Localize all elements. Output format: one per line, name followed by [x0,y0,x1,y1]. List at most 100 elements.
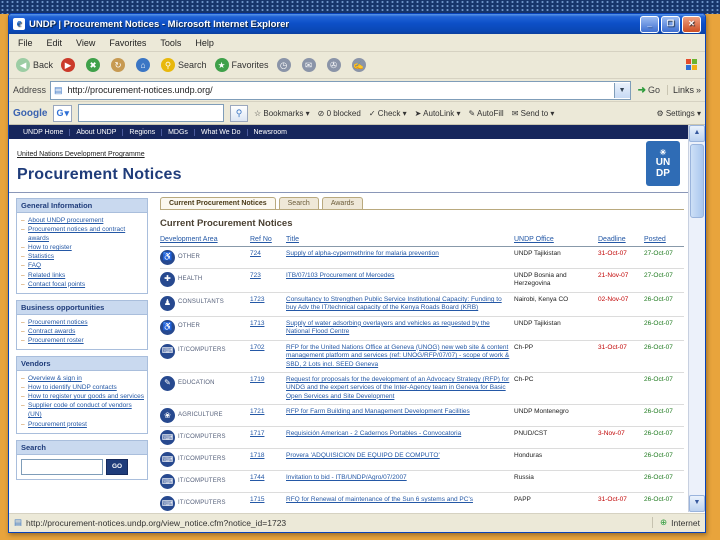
notice-title-link[interactable]: Invitation to bid - ITB/UNDP/Agro/07/200… [286,474,407,481]
site-nav-link[interactable]: What We Do [193,128,247,136]
google-toolbar-item[interactable]: ⊘ 0 blocked [318,109,361,118]
site-nav-link[interactable]: Regions [122,128,161,136]
column-development-area[interactable]: Development Area [160,236,246,243]
toolbar-button[interactable]: ✖ [82,57,107,73]
ref-no-link[interactable]: 1723 [250,296,264,303]
ref-no-link[interactable]: 1744 [250,474,264,481]
google-toolbar-item[interactable]: ☆ Bookmarks ▾ [254,109,310,118]
scroll-down-icon[interactable]: ▼ [689,495,705,512]
ref-no-link[interactable]: 1715 [250,496,264,503]
menu-item[interactable]: Edit [40,37,70,49]
address-input[interactable] [65,82,611,98]
ref-no-link[interactable]: 1713 [250,320,264,327]
notice-title-link[interactable]: Requisición American - 2 Cadernos Portab… [286,430,461,437]
notice-title-link[interactable]: Provera 'ADQUISICION DE EQUIPO DE COMPUT… [286,452,440,459]
toolbar-button[interactable]: ⚲ Search [157,57,211,73]
scroll-up-icon[interactable]: ▲ [689,125,705,142]
ref-no-link[interactable]: 1702 [250,344,264,351]
posted-date: 26-Oct-07 [644,408,673,416]
google-toolbar-item[interactable]: ✎ AutoFill [469,109,504,118]
google-toolbar-item[interactable]: ✓ Check ▾ [369,109,407,118]
notice-title-link[interactable]: RFP for the United Nations Office at Gen… [286,344,509,368]
tab-search[interactable]: Search [278,197,319,209]
sidebar-link[interactable]: FAQ [21,261,144,270]
category-icon: ✎ [160,375,175,391]
sidebar-link[interactable]: About UNDP procurement [21,216,144,225]
ref-no-link[interactable]: 1719 [250,376,264,383]
title-bar[interactable]: e UNDP | Procurement Notices - Microsoft… [9,14,705,34]
sidebar-link[interactable]: How to identify UNDP contacts [21,383,144,392]
menu-item[interactable]: Help [188,37,221,49]
sidebar-search-go-button[interactable]: GO [106,458,129,475]
column-ref-no[interactable]: Ref No [250,236,282,243]
menu-item[interactable]: View [69,37,102,49]
toolbar-button[interactable]: ★ Favorites [211,57,273,73]
ref-no-link[interactable]: 724 [250,250,261,257]
toolbar-button[interactable]: ✇ [323,57,348,73]
toolbar-button[interactable]: ⌂ [132,57,157,73]
vertical-scrollbar[interactable]: ▲ ▼ [688,125,705,512]
sidebar-link[interactable]: Procurement notices and contract awards [21,225,144,243]
maximize-button[interactable]: ❐ [661,15,680,33]
toolbar-button[interactable]: ◀ Back [12,57,57,73]
ref-no-link[interactable]: 1721 [250,408,264,415]
links-menu[interactable]: Links » [666,85,701,95]
sidebar-search-input[interactable] [21,458,103,475]
site-nav-link[interactable]: MDGs [161,128,194,136]
minimize-button[interactable]: _ [640,15,659,33]
sidebar-link[interactable]: Statistics [21,252,144,261]
column-title[interactable]: Title [286,236,510,243]
notice-title-link[interactable]: RFQ for Renewal of maintenance of the Su… [286,496,473,503]
site-nav-link[interactable]: Newsroom [246,128,293,136]
menu-item[interactable]: Favorites [102,37,153,49]
toolbar-button[interactable]: ▶ [57,57,82,73]
ref-no-link[interactable]: 1718 [250,452,264,459]
toolbar-button[interactable]: ↻ [107,57,132,73]
sidebar-link[interactable]: Procurement notices [21,318,144,327]
google-settings-button[interactable]: ⚙ Settings ▾ [656,109,701,118]
ref-no-link[interactable]: 723 [250,272,261,279]
close-button[interactable]: ✕ [682,15,701,33]
menu-item[interactable]: File [11,37,40,49]
scrollbar-track[interactable] [689,142,705,495]
notice-title-link[interactable]: RFP for Farm Building and Management Dev… [286,408,470,415]
google-search-input[interactable] [78,104,224,122]
sidebar-link[interactable]: Procurement roster [21,336,144,345]
notice-title-link[interactable]: Request for proposals for the developmen… [286,376,509,400]
go-button[interactable]: ➜ Go [635,85,663,96]
scrollbar-thumb[interactable] [690,144,704,218]
google-toolbar-item[interactable]: ➤ AutoLink ▾ [415,109,461,118]
sidebar-link[interactable]: Supplier code of conduct of vendors (UN) [21,401,144,419]
toolbar-button[interactable]: ✍ [348,57,373,73]
site-nav-link[interactable]: UNDP Home [17,129,69,136]
ref-no-link[interactable]: 1717 [250,430,264,437]
category-label: IT/COMPUTERS [178,347,226,354]
breadcrumb[interactable]: United Nations Development Programme [17,151,145,158]
notice-title-link[interactable]: ITB/07/103 Procurement of Mercedes [286,272,394,279]
sidebar-link[interactable]: Procurement protest [21,420,144,429]
tab-awards[interactable]: Awards [321,197,364,209]
menu-item[interactable]: Tools [153,37,188,49]
site-nav-link[interactable]: About UNDP [69,128,122,136]
sidebar-link[interactable]: How to register [21,243,144,252]
sidebar-link[interactable]: Contact focal points [21,280,144,289]
toolbar-button-icon: ⌂ [136,58,151,72]
column-posted[interactable]: Posted [644,236,684,243]
sidebar-link[interactable]: How to register your goods and services [21,392,144,401]
column-deadline[interactable]: Deadline [598,236,640,243]
google-toolbar-item[interactable]: ✉ Send to ▾ [512,109,555,118]
sidebar-link[interactable]: Related links [21,271,144,280]
tab-current-procurement-notices[interactable]: Current Procurement Notices [160,197,276,209]
google-menu-button[interactable]: G ▾ [53,104,72,122]
toolbar-button[interactable]: ✉ [298,57,323,73]
address-dropdown-icon[interactable]: ▼ [613,82,630,98]
notice-title-link[interactable]: Supply of alpha-cypermethrine for malari… [286,250,439,257]
notice-title-link[interactable]: Consultancy to Strengthen Public Service… [286,296,502,311]
column-undp-office[interactable]: UNDP Office [514,236,594,243]
google-search-button[interactable]: ⚲ [230,104,248,122]
sidebar-link[interactable]: Overview & sign in [21,374,144,383]
sidebar-section-vendors: Vendors Overview & sign inHow to identif… [16,356,148,434]
sidebar-link[interactable]: Contract awards [21,327,144,336]
toolbar-button[interactable]: ◷ [273,57,298,73]
notice-title-link[interactable]: Supply of water adsorbing overlayers and… [286,320,490,335]
